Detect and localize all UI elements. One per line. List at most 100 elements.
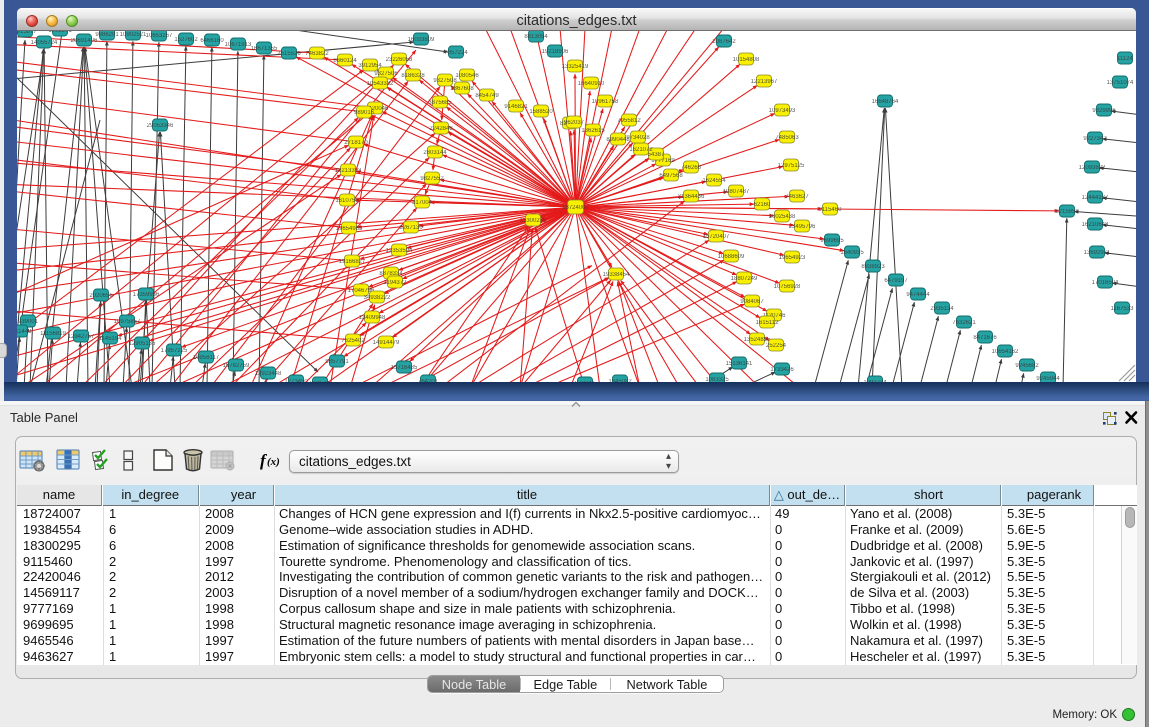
svg-text:23495796: 23495796 <box>789 224 816 230</box>
svg-text:1167533: 1167533 <box>1111 306 1135 312</box>
svg-text:10958117: 10958117 <box>193 355 220 361</box>
svg-text:13409948: 13409948 <box>359 315 386 321</box>
svg-text:1621072: 1621072 <box>629 147 653 153</box>
svg-text:252254: 252254 <box>766 343 787 349</box>
svg-text:19654983: 19654983 <box>336 226 363 232</box>
svg-text:7955812: 7955812 <box>617 118 641 124</box>
svg-text:1345082: 1345082 <box>608 379 632 382</box>
svg-text:17957225: 17957225 <box>161 348 188 354</box>
svg-text:939001: 939001 <box>18 319 39 325</box>
svg-text:13692971: 13692971 <box>1084 250 1111 256</box>
svg-text:62160: 62160 <box>754 202 771 208</box>
svg-text:15716485: 15716485 <box>391 365 418 371</box>
svg-text:1273450: 1273450 <box>284 379 308 382</box>
svg-text:8454749: 8454749 <box>475 93 499 99</box>
svg-text:317004: 317004 <box>412 200 433 206</box>
svg-text:9699695: 9699695 <box>820 238 844 244</box>
svg-text:2242848: 2242848 <box>429 126 453 132</box>
svg-text:1624554: 1624554 <box>702 178 726 184</box>
svg-text:12905135: 12905135 <box>129 341 156 347</box>
svg-text:9245682: 9245682 <box>1015 363 1039 369</box>
svg-text:9327506: 9327506 <box>374 71 398 77</box>
svg-text:18807249: 18807249 <box>731 276 758 282</box>
svg-text:10902521: 10902521 <box>120 32 147 38</box>
svg-text:1610755: 1610755 <box>335 198 359 204</box>
svg-text:8471676: 8471676 <box>973 335 997 341</box>
svg-text:10543332: 10543332 <box>367 81 394 87</box>
svg-text:6479197: 6479197 <box>884 278 908 284</box>
svg-text:8938923: 8938923 <box>861 264 885 270</box>
svg-text:1615112: 1615112 <box>756 320 780 326</box>
svg-text:18724007: 18724007 <box>562 205 589 211</box>
svg-text:19338454: 19338454 <box>603 272 630 278</box>
svg-text:14055724: 14055724 <box>31 40 58 46</box>
svg-text:20691406: 20691406 <box>71 38 98 44</box>
svg-text:10961758: 10961758 <box>592 99 619 105</box>
svg-text:23226058: 23226058 <box>386 57 413 63</box>
svg-text:12975125: 12975125 <box>778 163 805 169</box>
svg-text:7485063: 7485063 <box>775 135 799 141</box>
svg-text:8990448: 8990448 <box>606 137 630 143</box>
svg-text:12923448: 12923448 <box>255 371 282 377</box>
svg-text:2803144: 2803144 <box>423 150 447 156</box>
svg-text:6497568: 6497568 <box>659 173 683 179</box>
svg-text:9474444: 9474444 <box>906 292 930 298</box>
svg-text:19654923: 19654923 <box>779 255 806 261</box>
svg-text:29053346: 29053346 <box>147 123 174 129</box>
svg-text:10025438: 10025438 <box>769 214 796 220</box>
svg-text:21364436: 21364436 <box>678 194 705 200</box>
svg-text:1145194: 1145194 <box>99 336 123 342</box>
svg-text:9329996: 9329996 <box>1092 108 1116 114</box>
svg-text:16782759: 16782759 <box>223 363 250 369</box>
svg-text:1640935: 1640935 <box>840 250 864 256</box>
svg-text:8215958: 8215958 <box>1055 209 1079 215</box>
svg-text:2087642: 2087642 <box>712 39 736 45</box>
svg-text:19166827: 19166827 <box>339 259 366 265</box>
svg-text:10975857: 10975857 <box>114 319 141 325</box>
svg-text:10807487: 10807487 <box>723 189 750 195</box>
svg-text:9327508: 9327508 <box>433 78 457 84</box>
svg-text:9886201: 9886201 <box>95 32 119 38</box>
svg-text:13751074: 13751074 <box>1107 80 1134 86</box>
svg-text:3911448: 3911448 <box>17 329 32 335</box>
svg-text:2935134: 2935134 <box>930 306 954 312</box>
svg-text:904521: 904521 <box>310 381 331 382</box>
svg-text:12942757: 12942757 <box>68 334 95 340</box>
svg-text:15300275: 15300275 <box>520 218 547 224</box>
svg-text:13325419: 13325419 <box>562 64 589 70</box>
svg-text:764201: 764201 <box>418 379 439 382</box>
svg-text:11156819: 11156819 <box>40 331 66 337</box>
svg-text:9827552: 9827552 <box>420 176 444 182</box>
svg-text:1080546: 1080546 <box>455 73 479 79</box>
svg-text:15720407: 15720407 <box>703 234 730 240</box>
svg-text:9857791: 9857791 <box>325 359 349 365</box>
svg-text:10154808: 10154808 <box>733 57 760 63</box>
svg-text:16210643: 16210643 <box>1082 222 1109 228</box>
svg-text:10973493: 10973493 <box>769 108 796 114</box>
svg-text:9245044: 9245044 <box>1036 376 1060 382</box>
svg-text:10688609: 10688609 <box>718 254 745 260</box>
svg-text:12444137: 12444137 <box>1082 195 1109 201</box>
svg-text:16640910: 16640910 <box>578 81 605 87</box>
svg-text:7463822: 7463822 <box>305 51 329 57</box>
svg-text:746266: 746266 <box>681 165 702 171</box>
svg-text:1905571: 1905571 <box>48 31 72 34</box>
svg-text:10653267: 10653267 <box>146 33 173 39</box>
svg-text:3875685: 3875685 <box>428 100 452 106</box>
svg-text:2718170: 2718170 <box>344 140 368 146</box>
svg-text:16648764: 16648764 <box>872 99 899 105</box>
svg-text:7625402: 7625402 <box>341 338 365 344</box>
svg-text:12093822: 12093822 <box>1079 165 1106 171</box>
svg-text:6466160: 6466160 <box>200 38 224 44</box>
svg-text:17016504: 17016504 <box>1092 280 1119 286</box>
svg-text:9115460: 9115460 <box>819 207 843 213</box>
svg-text:8813054: 8813054 <box>524 34 548 40</box>
svg-text:10654162: 10654162 <box>992 349 1019 355</box>
svg-text:12213967: 12213967 <box>751 79 778 85</box>
svg-text:(x): (x) <box>267 456 280 468</box>
svg-text:9084067: 9084067 <box>740 299 764 305</box>
svg-text:7632621: 7632621 <box>952 320 976 326</box>
svg-text:7515526: 7515526 <box>277 51 301 57</box>
svg-text:9146821: 9146821 <box>504 104 528 110</box>
svg-text:9734028: 9734028 <box>626 135 650 141</box>
